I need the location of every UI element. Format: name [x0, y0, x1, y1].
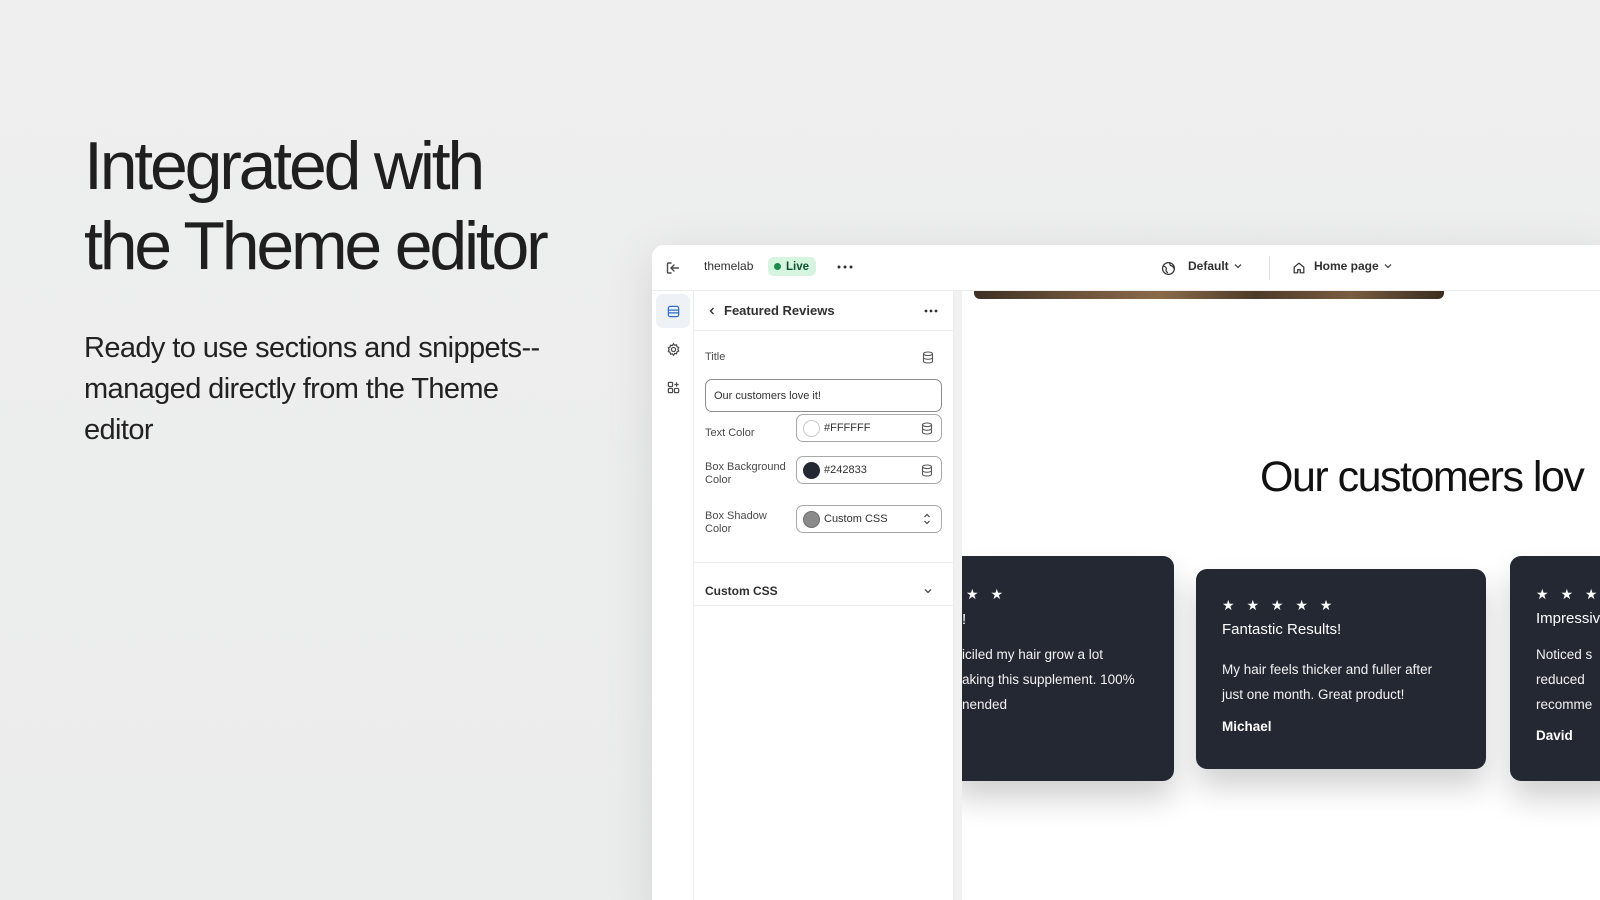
review-body: My hair feels thicker and fuller after j… [1222, 657, 1432, 707]
panel-title: Featured Reviews [724, 303, 835, 318]
star-rating: ★ ★ [966, 586, 1007, 602]
review-author: David [1536, 728, 1573, 743]
box-background-label-line1: Box Background [705, 461, 786, 473]
store-name: themelab [704, 259, 754, 273]
review-body-line: recomme [1536, 697, 1593, 712]
box-background-color-field[interactable]: #242833 [796, 456, 942, 484]
panel-divider [694, 562, 953, 563]
review-body-line: iciled my hair grow a lot [962, 647, 1104, 662]
hero-title-line-2: the Theme editor [84, 208, 549, 284]
settings-gear-icon[interactable] [656, 332, 690, 366]
live-badge-label: Live [786, 260, 810, 273]
review-title: Fantastic Results! [1222, 621, 1342, 638]
review-body-line: Noticed s [1536, 647, 1593, 662]
review-body-line: My hair feels thicker and fuller after [1222, 662, 1433, 677]
live-dot-icon [774, 263, 781, 270]
review-title: ! [962, 611, 967, 628]
exit-icon[interactable] [662, 257, 684, 279]
hero-title: Integrated with the Theme editor [84, 126, 549, 286]
page-selector-label: Home page [1314, 259, 1379, 273]
theme-selector[interactable]: Default [1188, 259, 1243, 273]
preview-section-heading: Our customers lov [1260, 453, 1585, 501]
star-rating: ★ ★ ★ [1536, 586, 1600, 602]
hero-subtitle: Ready to use sections and snippets--mana… [84, 332, 540, 446]
chevron-down-icon [1384, 264, 1392, 269]
more-horizontal-icon [837, 265, 853, 269]
hero-title-line-1: Integrated with [84, 128, 485, 204]
box-background-label-line2: Color [705, 474, 732, 486]
section-settings-panel: Featured Reviews Title Text Color #FFFFF… [694, 291, 954, 900]
page-selector[interactable]: Home page [1314, 259, 1393, 273]
globe-icon[interactable] [1157, 257, 1179, 279]
editor-topbar: themelab Live Default Home page [652, 245, 1600, 291]
store-preview: Our customers lov ★ ★ ! iciled my hair g… [954, 291, 1600, 900]
review-body-line: reduced [1536, 672, 1585, 687]
text-color-value: #FFFFFF [824, 422, 871, 434]
live-status-badge: Live [768, 257, 817, 276]
sidebar-rail [652, 291, 694, 900]
box-shadow-label-line2: Color [705, 523, 732, 535]
select-arrows-icon[interactable] [919, 511, 935, 527]
box-background-value: #242833 [824, 464, 867, 476]
box-shadow-value: Custom CSS [824, 513, 888, 525]
box-background-swatch[interactable] [803, 462, 820, 479]
theme-editor-window: themelab Live Default Home page Featured… [652, 245, 1600, 900]
custom-css-toggle[interactable]: Custom CSS [705, 584, 778, 598]
review-body-line: nended [962, 697, 1008, 712]
more-horizontal-icon [924, 309, 938, 313]
preview-canvas: Our customers lov ★ ★ ! iciled my hair g… [962, 291, 1600, 900]
dynamic-source-icon[interactable] [919, 462, 935, 478]
review-body-line: aking this supplement. 100% [962, 672, 1135, 687]
store-more-button[interactable] [834, 256, 856, 278]
title-input[interactable] [705, 379, 942, 412]
review-author: Michael [1222, 719, 1272, 734]
chevron-left-icon [709, 307, 714, 315]
sections-icon[interactable] [656, 294, 690, 328]
chevron-down-icon[interactable] [918, 581, 938, 601]
dynamic-source-icon[interactable] [919, 420, 935, 436]
box-shadow-select[interactable]: Custom CSS [796, 505, 942, 533]
text-color-label: Text Color [705, 427, 755, 439]
review-body-line: just one month. Great product! [1222, 687, 1405, 702]
back-button[interactable] [702, 301, 722, 321]
hero-image-strip [974, 291, 1444, 299]
text-color-field[interactable]: #FFFFFF [796, 414, 942, 442]
review-body: Noticed s reduced recomme [1536, 642, 1592, 717]
box-background-color-label: Box Background Color [705, 461, 786, 487]
theme-selector-label: Default [1188, 259, 1229, 273]
panel-more-button[interactable] [920, 300, 942, 322]
dynamic-source-icon[interactable] [920, 349, 936, 365]
review-body: iciled my hair grow a lot aking this sup… [962, 642, 1135, 717]
box-shadow-color-label: Box Shadow Color [705, 510, 767, 536]
text-color-swatch[interactable] [803, 420, 820, 437]
review-card: ★ ★ ★ Impressiv Noticed s reduced recomm… [1510, 556, 1600, 781]
star-rating: ★ ★ ★ ★ ★ [1222, 597, 1337, 613]
review-title: Impressiv [1536, 610, 1600, 627]
title-label: Title [705, 351, 726, 363]
topbar-divider [1269, 256, 1270, 280]
review-card: ★ ★ ! iciled my hair grow a lot aking th… [962, 556, 1174, 781]
box-shadow-label-line1: Box Shadow [705, 510, 767, 522]
apps-icon[interactable] [656, 370, 690, 404]
panel-divider [694, 605, 953, 606]
panel-header: Featured Reviews [694, 291, 953, 331]
home-icon[interactable] [1288, 257, 1310, 279]
box-shadow-swatch[interactable] [803, 511, 820, 528]
review-card: ★ ★ ★ ★ ★ Fantastic Results! My hair fee… [1196, 569, 1486, 769]
chevron-down-icon [1234, 264, 1242, 269]
